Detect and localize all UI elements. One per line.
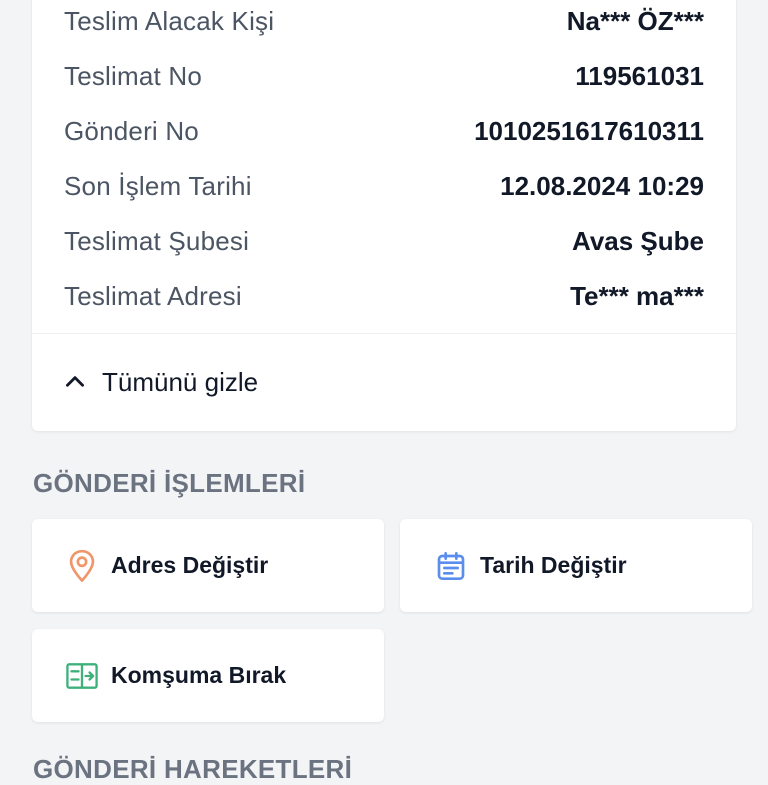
detail-row-shipment-no: Gönderi No 1010251617610311 [64, 111, 704, 151]
detail-value: Te*** ma*** [570, 280, 704, 311]
leave-with-neighbor-button[interactable]: Komşuma Bırak [32, 629, 384, 722]
shipment-movements-title: GÖNDERİ HAREKETLERİ [33, 754, 353, 784]
detail-row-delivery-address: Teslimat Adresi Te*** ma*** [64, 276, 704, 316]
detail-row-delivery-branch: Teslimat Şubesi Avas Şube [64, 221, 704, 261]
change-date-label: Tarih Değiştir [480, 552, 627, 578]
detail-value: 12.08.2024 10:29 [500, 170, 704, 201]
collapse-all-button[interactable]: Tümünü gizle [62, 360, 258, 404]
detail-label: Teslimat No [64, 60, 203, 91]
chevron-up-icon [66, 376, 84, 387]
change-date-button[interactable]: Tarih Değiştir [400, 519, 752, 612]
detail-value: 1010251617610311 [474, 115, 704, 146]
location-pin-icon [65, 549, 99, 583]
detail-row-delivery-no: Teslimat No 119561031 [64, 56, 704, 96]
detail-label: Teslimat Adresi [64, 280, 242, 311]
detail-label: Son İşlem Tarihi [64, 170, 252, 201]
detail-label: Teslimat Şubesi [64, 225, 250, 256]
card-divider [32, 333, 736, 334]
shipment-actions-title: GÖNDERİ İŞLEMLERİ [33, 468, 306, 498]
collapse-all-label: Tümünü gizle [102, 366, 259, 397]
detail-label: Teslim Alacak Kişi [64, 5, 275, 36]
calendar-icon [434, 549, 468, 583]
change-address-label: Adres Değiştir [111, 552, 269, 578]
shipment-details-card: Teslim Alacak Kişi Na*** ÖZ*** Teslimat … [32, 0, 736, 431]
transfer-box-icon [65, 659, 99, 693]
change-address-button[interactable]: Adres Değiştir [32, 519, 384, 612]
detail-value: Avas Şube [572, 225, 704, 256]
detail-label: Gönderi No [64, 115, 199, 146]
leave-with-neighbor-label: Komşuma Bırak [111, 662, 287, 688]
detail-row-recipient: Teslim Alacak Kişi Na*** ÖZ*** [64, 1, 704, 41]
detail-value: Na*** ÖZ*** [566, 5, 704, 36]
detail-value: 119561031 [575, 60, 704, 91]
detail-row-last-action-date: Son İşlem Tarihi 12.08.2024 10:29 [64, 166, 704, 206]
